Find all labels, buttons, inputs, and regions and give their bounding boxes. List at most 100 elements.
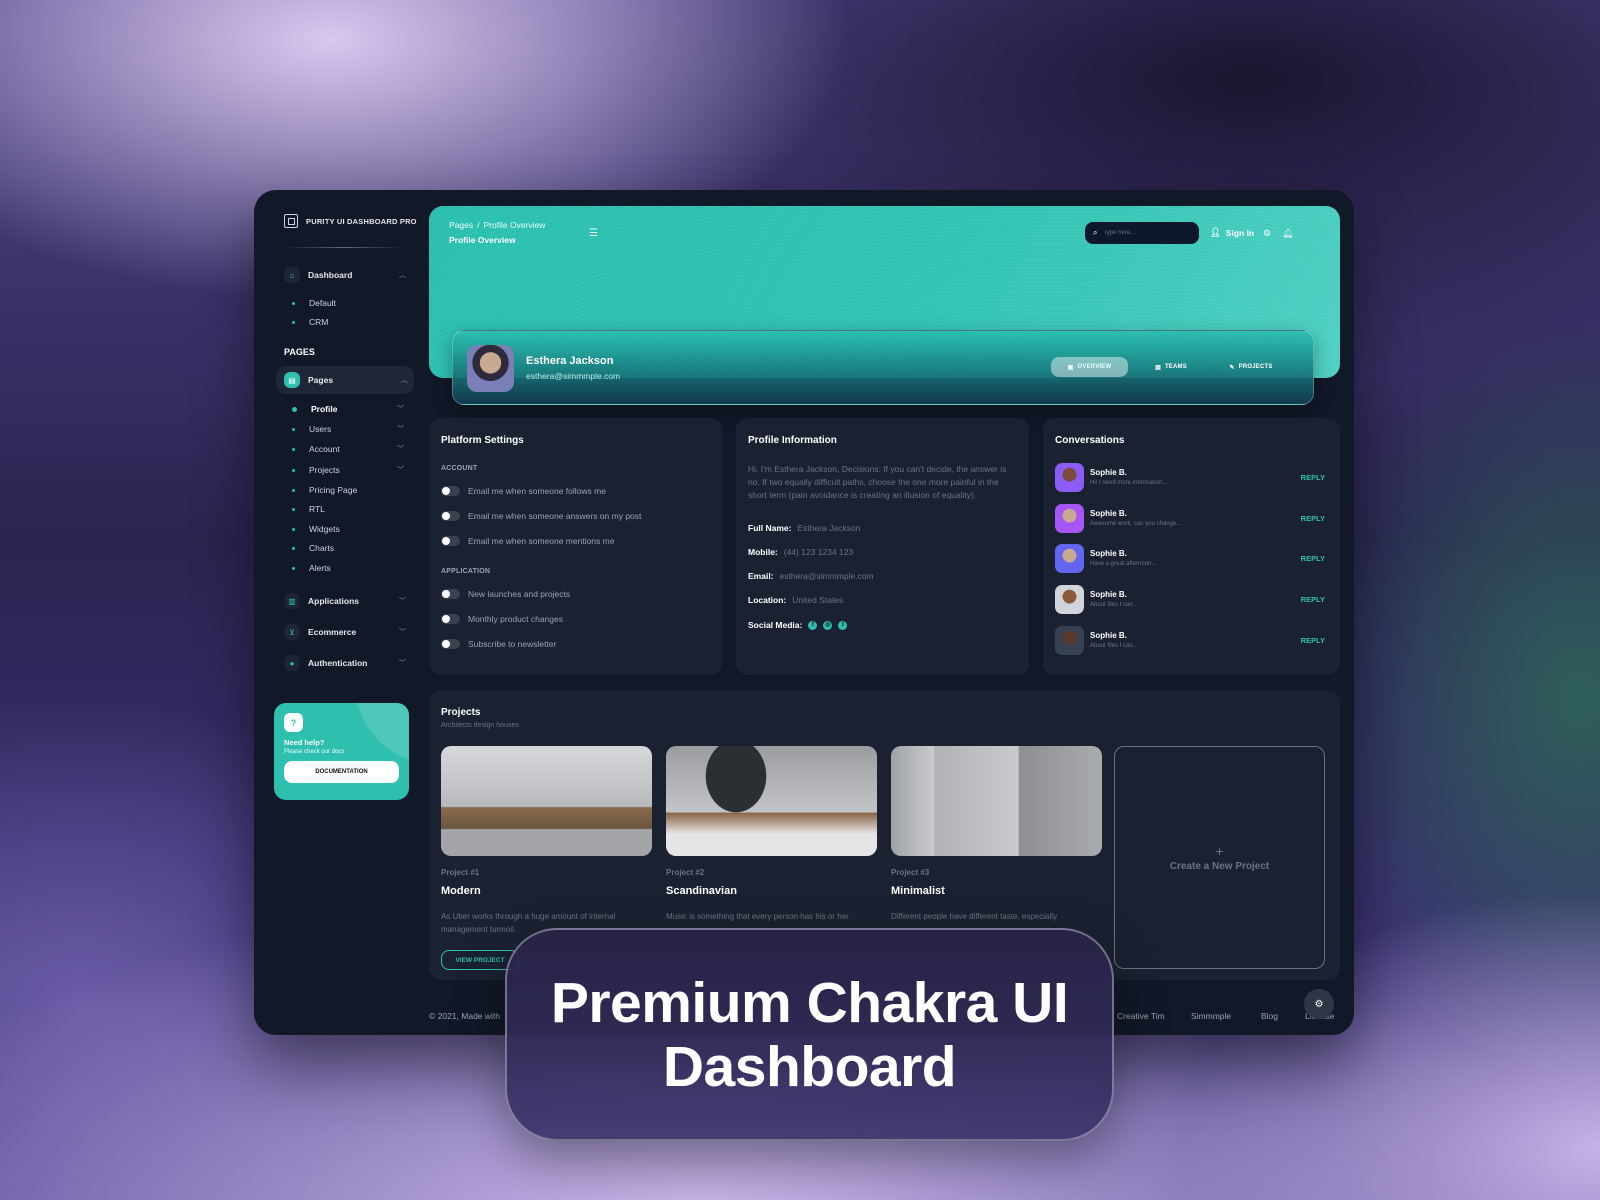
project-number: Project #1 [441, 868, 480, 877]
profile-name: Esthera Jackson [526, 355, 614, 367]
plus-icon: + [1215, 843, 1224, 859]
sidebar-item-label: Default [309, 298, 336, 308]
avatar [1055, 543, 1084, 573]
bell-icon[interactable]: 🔔︎ [1282, 228, 1293, 239]
project-description: Music is something that every person has… [666, 912, 849, 921]
toggle-switch[interactable] [441, 614, 460, 624]
sidebar-item-projects[interactable]: Projects ﹀ [292, 463, 404, 477]
sidebar-item-default[interactable]: Default [292, 296, 404, 310]
footer-link-creative-tim[interactable]: Creative Tim [1117, 1011, 1165, 1021]
toggle-switch[interactable] [441, 639, 460, 649]
sidebar-group-ecommerce[interactable]: ⊻ Ecommerce ﹀ [284, 618, 412, 646]
sidebar-item-account[interactable]: Account ﹀ [292, 442, 404, 456]
info-key: Mobile: [748, 547, 778, 557]
tab-projects[interactable]: ✎ PROJECTS [1221, 357, 1281, 377]
page-title: Profile Overview [449, 235, 516, 245]
settings-fab[interactable]: ⚙ [1304, 989, 1334, 1019]
breadcrumb: Pages / Profile Overview [449, 220, 546, 230]
document-icon: ▤ [284, 372, 300, 388]
person-icon: ● [284, 655, 300, 671]
sidebar-group-label: Pages [308, 375, 334, 385]
tab-teams[interactable]: ▤ TEAMS [1146, 357, 1196, 377]
reply-button[interactable]: REPLY [1301, 636, 1325, 645]
chevron-down-icon: ﹀ [397, 467, 404, 474]
project-number: Project #3 [891, 868, 930, 877]
reply-button[interactable]: REPLY [1301, 595, 1325, 604]
project-image[interactable] [666, 746, 877, 856]
footer-link-blog[interactable]: Blog [1261, 1011, 1278, 1021]
sidebar-item-users[interactable]: Users ﹀ [292, 422, 404, 436]
toggle-switch[interactable] [441, 511, 460, 521]
panel-title: Profile Information [748, 435, 837, 446]
sidebar-group-dashboard[interactable]: ⌂ Dashboard ︿ [284, 261, 412, 289]
tab-label: OVERVIEW [1077, 364, 1112, 370]
conversation-name: Sophie B. [1090, 549, 1127, 558]
sidebar-group-applications[interactable]: ▥ Applications ﹀ [284, 587, 412, 615]
conversation-message: About files I can... [1090, 602, 1138, 608]
instagram-icon[interactable]: ◎ [823, 620, 833, 630]
project-image[interactable] [441, 746, 652, 856]
documentation-button[interactable]: DOCUMENTATION [284, 761, 399, 783]
menu-icon[interactable]: ☰ [589, 228, 598, 239]
gear-icon[interactable]: ⚙ [1263, 228, 1271, 239]
breadcrumb-item-pages[interactable]: Pages [449, 220, 473, 230]
setting-label: Email me when someone answers on my post [468, 511, 642, 521]
sign-in-button[interactable]: 👤︎ Sign In [1210, 227, 1254, 238]
chevron-up-icon: ︿ [399, 272, 406, 279]
setting-row: Subscribe to newsletter [441, 639, 556, 649]
conversation-item: Sophie B. Awesome work, can you change...… [1055, 503, 1325, 533]
sidebar-item-label: Alerts [309, 563, 331, 573]
sidebar-item-pricing-page[interactable]: Pricing Page [292, 483, 404, 497]
brand-logo-icon [284, 214, 298, 228]
setting-row: New launches and projects [441, 589, 570, 599]
sidebar-group-pages[interactable]: ▤ Pages ︿ [276, 366, 414, 394]
sidebar-item-profile[interactable]: Profile ﹀ [292, 402, 404, 416]
reply-button[interactable]: REPLY [1301, 473, 1325, 482]
twitter-icon[interactable]: t [838, 620, 848, 630]
reply-button[interactable]: REPLY [1301, 514, 1325, 523]
home-icon: ⌂ [284, 267, 300, 283]
panel-title: Conversations [1055, 435, 1125, 446]
sidebar-item-crm[interactable]: CRM [292, 315, 404, 329]
conversation-item: Sophie B. Hi! I need more information... … [1055, 462, 1325, 492]
toggle-switch[interactable] [441, 536, 460, 546]
project-image[interactable] [891, 746, 1102, 856]
tab-overview[interactable]: ▣ OVERVIEW [1051, 357, 1128, 377]
toggle-switch[interactable] [441, 589, 460, 599]
bullet-icon [292, 447, 295, 451]
search-input[interactable] [1103, 230, 1184, 236]
facebook-icon[interactable]: f [808, 620, 818, 630]
sidebar-item-charts[interactable]: Charts [292, 541, 404, 555]
brand[interactable]: PURITY UI DASHBOARD PRO [284, 214, 417, 228]
conversation-message: Awesome work, can you change... [1090, 521, 1182, 527]
conversation-name: Sophie B. [1090, 468, 1127, 477]
cube-icon: ▣ [1067, 364, 1074, 371]
create-new-project-button[interactable]: + Create a New Project [1114, 746, 1325, 969]
sidebar-item-alerts[interactable]: Alerts [292, 561, 404, 575]
avatar [1055, 503, 1084, 533]
document-icon: ▤ [1155, 364, 1161, 371]
info-key: Full Name: [748, 523, 792, 533]
wrench-icon: ✎ [1229, 364, 1235, 371]
platform-settings-panel: Platform Settings ACCOUNT Email me when … [429, 418, 722, 675]
panel-title: Platform Settings [441, 435, 524, 446]
sidebar-group-authentication[interactable]: ● Authentication ﹀ [284, 649, 412, 677]
reply-button[interactable]: REPLY [1301, 554, 1325, 563]
cart-icon: ⊻ [284, 624, 300, 640]
chevron-down-icon: ﹀ [397, 446, 404, 453]
footer-link-simmmple[interactable]: Simmmple [1191, 1011, 1231, 1021]
sidebar-item-widgets[interactable]: Widgets [292, 522, 404, 536]
chevron-down-icon: ﹀ [399, 660, 406, 667]
setting-label: New launches and projects [468, 589, 571, 599]
toggle-switch[interactable] [441, 486, 460, 496]
chart-icon: ▥ [284, 593, 300, 609]
chevron-down-icon: ﹀ [399, 629, 406, 636]
panel-subtitle: Architects design houses [441, 722, 519, 729]
info-key: Email: [748, 571, 774, 581]
sidebar-item-rtl[interactable]: RTL [292, 502, 404, 516]
info-key: Social Media: [748, 620, 803, 630]
sidebar-item-label: Profile [311, 404, 338, 414]
footer-copyright: © 2021, Made with [429, 1011, 500, 1021]
avatar [467, 345, 514, 392]
bullet-icon [292, 406, 297, 412]
